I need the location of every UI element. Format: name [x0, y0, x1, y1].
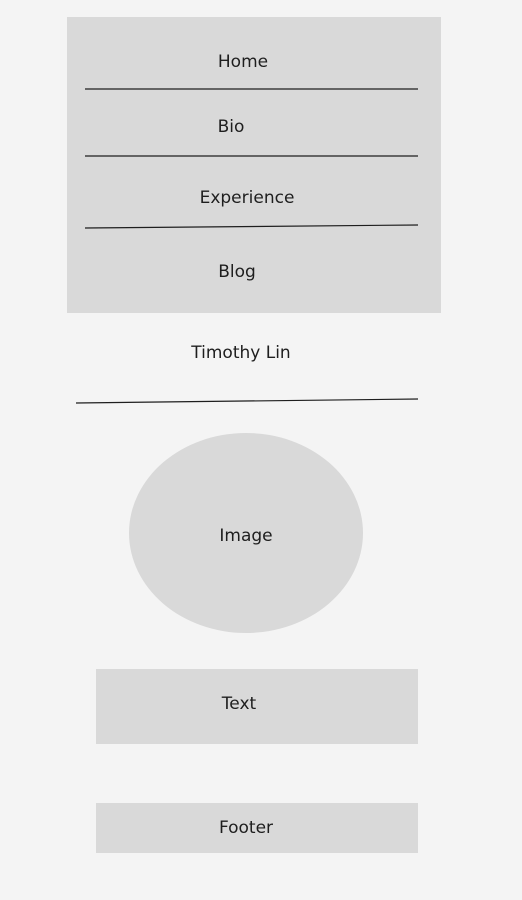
- nav-item-home[interactable]: Home: [218, 52, 268, 72]
- nav-item-bio[interactable]: Bio: [218, 117, 245, 137]
- wireframe-canvas: { "nav": { "items": [ {"label": "Home"},…: [0, 0, 522, 900]
- name-underline: [75, 398, 419, 404]
- page-title: Timothy Lin: [191, 343, 291, 363]
- nav-item-blog[interactable]: Blog: [218, 262, 256, 282]
- footer-label: Footer: [218, 818, 274, 838]
- image-placeholder-label: Image: [219, 526, 273, 546]
- text-placeholder: [96, 669, 418, 744]
- nav-item-experience[interactable]: Experience: [200, 188, 295, 208]
- text-placeholder-label: Text: [221, 694, 257, 714]
- nav-divider-3: [84, 224, 419, 229]
